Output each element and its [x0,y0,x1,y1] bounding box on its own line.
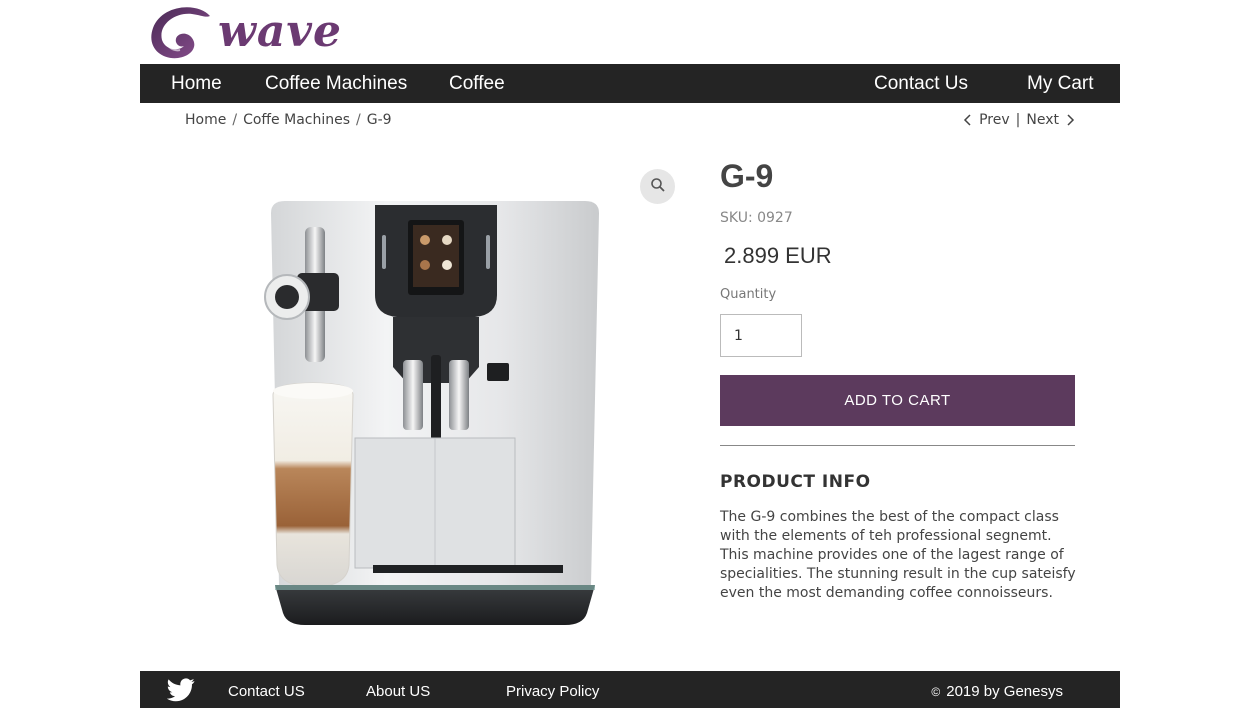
divider [720,445,1075,446]
product-pager: Prev | Next [963,112,1075,128]
product-image[interactable] [235,155,625,655]
breadcrumb-current: G-9 [366,112,392,128]
breadcrumb-home[interactable]: Home [185,112,226,128]
quantity-label: Quantity [720,287,777,302]
footer-privacy-policy[interactable]: Privacy Policy [506,671,599,708]
breadcrumb-separator: / [232,112,238,128]
chevron-right-icon[interactable] [1065,113,1075,127]
product-title: G-9 [720,158,774,194]
add-to-cart-button[interactable]: ADD TO CART [720,375,1075,426]
copyright: © 2019 by Genesys [931,671,1063,708]
zoom-button[interactable] [640,169,675,204]
product-price: 2.899 EUR [724,243,832,268]
copyright-text: 2019 by Genesys [946,683,1063,700]
pager-divider: | [1015,112,1021,128]
nav-contact-us[interactable]: Contact Us [874,64,968,103]
wave-logo-icon [151,7,210,59]
prev-link[interactable]: Prev [979,112,1010,128]
main-nav: Home Coffee Machines Coffee Contact Us M… [140,64,1120,103]
nav-coffee[interactable]: Coffee [449,64,505,103]
footer: Contact US About US Privacy Policy © 2019… [140,671,1120,708]
footer-contact-us[interactable]: Contact US [228,671,305,708]
product-sku: SKU: 0927 [720,210,793,226]
breadcrumb-separator: / [356,112,361,128]
chevron-left-icon[interactable] [963,113,973,127]
nav-home[interactable]: Home [171,64,222,103]
wave-logo[interactable]: wave [148,4,380,60]
quantity-input[interactable] [720,314,802,357]
breadcrumb: Home / Coffe Machines / G-9 [185,112,392,128]
next-link[interactable]: Next [1026,112,1059,128]
breadcrumb-category[interactable]: Coffe Machines [243,112,350,128]
product-info-heading: PRODUCT INFO [720,472,871,492]
nav-coffee-machines[interactable]: Coffee Machines [265,64,407,103]
footer-about-us[interactable]: About US [366,671,430,708]
magnifier-icon [650,177,666,197]
product-info-text: The G-9 combines the best of the compact… [720,509,1076,601]
twitter-icon[interactable] [166,678,195,702]
logo-text: wave [218,6,342,57]
nav-my-cart[interactable]: My Cart [1027,64,1094,103]
copyright-symbol: © [931,685,941,699]
